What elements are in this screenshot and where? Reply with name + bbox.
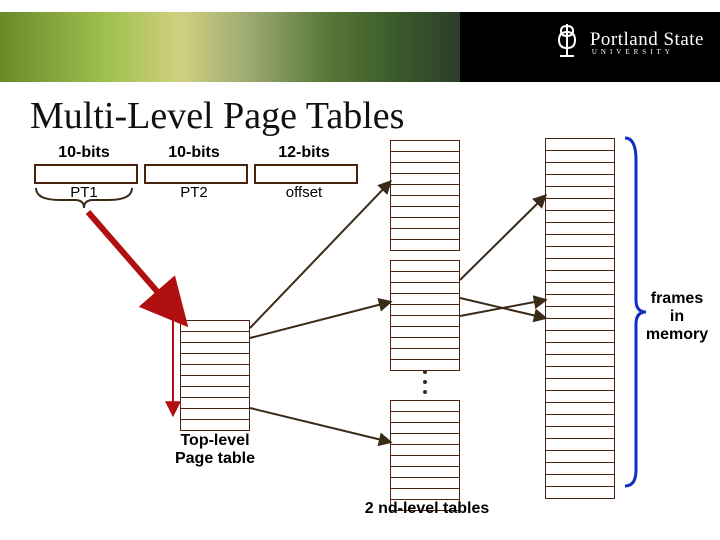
- top-level-table: [180, 320, 250, 431]
- table-row: [545, 486, 615, 499]
- university-subtitle: UNIVERSITY: [590, 49, 704, 56]
- va-field-offset: 12-bits offset: [254, 144, 354, 201]
- va-bits-label: 10-bits: [144, 144, 244, 162]
- va-box-offset: [254, 164, 358, 184]
- va-name-label: PT1: [34, 184, 134, 201]
- second-level-label: 2 nd-level tables: [362, 500, 492, 518]
- va-bits-label: 12-bits: [254, 144, 354, 162]
- second-level-table: [390, 260, 460, 371]
- table-row: [390, 239, 460, 251]
- va-box-pt2: [144, 164, 248, 184]
- va-field-pt1: 10-bits PT1: [34, 144, 134, 201]
- va-field-pt2: 10-bits PT2: [144, 144, 244, 201]
- second-level-table: [390, 400, 460, 511]
- second-level-table: [390, 140, 460, 251]
- frames-label: frames in memory: [638, 290, 716, 344]
- va-bits-label: 10-bits: [34, 144, 134, 162]
- va-name-label: offset: [254, 184, 354, 201]
- slide-title: Multi-Level Page Tables: [30, 94, 404, 138]
- va-name-label: PT2: [144, 184, 244, 201]
- university-logo-block: Portland State UNIVERSITY: [552, 22, 704, 63]
- va-box-pt1: [34, 164, 138, 184]
- table-row: [180, 419, 250, 431]
- top-level-label: Top-level Page table: [165, 432, 265, 468]
- table-row: [390, 359, 460, 371]
- university-name: Portland State: [590, 30, 704, 49]
- university-logo-icon: [552, 22, 582, 63]
- frames-table: [545, 138, 615, 499]
